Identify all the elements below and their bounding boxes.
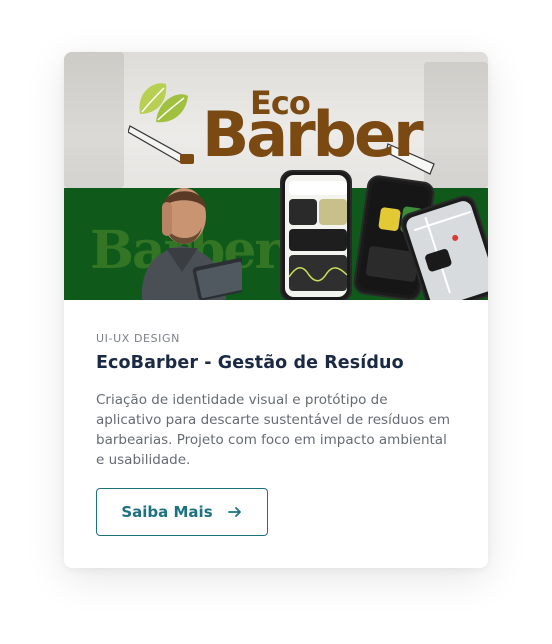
razor-icon bbox=[128, 125, 194, 164]
project-image: Barber Eco Barber bbox=[64, 52, 488, 300]
project-category: UI-UX DESIGN bbox=[96, 332, 180, 345]
project-title: EcoBarber - Gestão de Resíduo bbox=[96, 353, 404, 373]
person-with-tablet-illustration bbox=[141, 188, 242, 300]
saiba-mais-button[interactable]: Saiba Mais bbox=[96, 488, 268, 536]
saiba-mais-label: Saiba Mais bbox=[121, 503, 213, 521]
background-shelf bbox=[64, 52, 124, 188]
logo-barber-text: Barber bbox=[202, 98, 424, 171]
project-description: Criação de identidade visual e protótipo… bbox=[96, 392, 450, 468]
phone-mockup-1 bbox=[280, 170, 352, 300]
project-card: Barber Eco Barber bbox=[64, 52, 488, 568]
arrow-right-icon bbox=[227, 507, 241, 517]
card-content: UI-UX DESIGN EcoBarber - Gestão de Resíd… bbox=[96, 332, 456, 470]
